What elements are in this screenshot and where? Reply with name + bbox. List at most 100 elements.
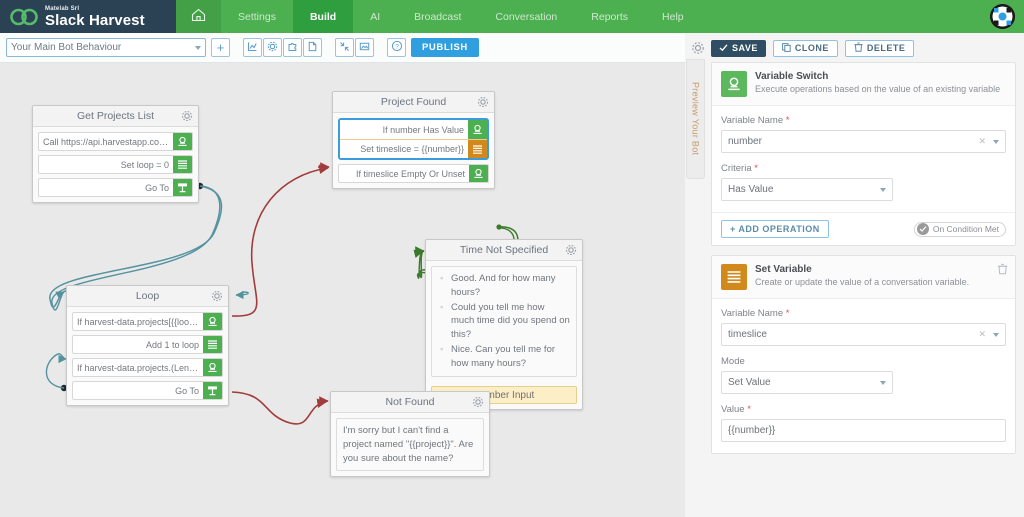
variable-switch-icon [469,165,488,182]
variable-switch-icon [468,120,487,139]
node-title: Loop [135,290,160,302]
node-row-label: Set timeslice = {{number}} [360,144,464,154]
card-title: Set Variable [755,264,812,275]
node-row[interactable]: Call https://api.harvestapp.com/api/v2/.… [38,132,193,151]
avatar[interactable] [990,4,1015,29]
preview-your-bot-tab[interactable]: Preview Your Bot [686,59,705,179]
nav-item-reports[interactable]: Reports [574,0,645,33]
nav-item-help[interactable]: Help [645,0,701,33]
image-export-button[interactable] [355,38,374,57]
flow-node-not-found[interactable]: Not Found I'm sorry but I can't find a p… [330,391,490,478]
gear-icon[interactable] [181,110,193,122]
node-row[interactable]: Add 1 to loop [72,335,223,354]
trash-icon[interactable] [997,263,1008,275]
nav-item-broadcast[interactable]: Broadcast [397,0,478,33]
help-button[interactable]: ? [387,38,406,57]
new-file-icon [307,41,318,55]
card-header: Variable Switch Execute operations based… [712,63,1015,106]
field-label-text: Value [721,404,745,415]
on-condition-met-badge[interactable]: On Condition Met [913,221,1006,237]
nav-item-home[interactable] [176,0,221,33]
chevron-down-icon[interactable] [993,139,999,144]
gear-icon[interactable] [565,244,577,256]
chevron-down-icon[interactable] [993,332,999,337]
node-row[interactable]: Set timeslice = {{number}} [340,139,487,158]
node-row-label: If harvest-data.projects.(Length) Great.… [77,362,203,373]
node-row[interactable]: Go To [72,381,223,400]
add-operation-button[interactable]: + ADD OPERATION [721,220,829,238]
clear-icon[interactable]: ✕ [978,329,986,340]
add-behaviour-button[interactable]: + [211,38,230,57]
save-button[interactable]: SAVE [711,39,766,57]
node-row[interactable]: If timeslice Empty Or Unset [338,164,489,183]
set-variable-icon [468,140,487,158]
gear-icon[interactable] [477,96,489,108]
required-marker: * [785,115,790,126]
help-circle-icon: ? [391,40,403,55]
chevron-down-icon [195,45,201,50]
message-text[interactable]: I'm sorry but I can't find a project nam… [336,418,484,472]
node-row-label: If number Has Value [382,124,464,135]
flow-node-get-projects-list[interactable]: Get Projects List Call https://api.harve… [32,105,199,203]
node-row[interactable]: If number Has Value [340,120,487,139]
card-variable-switch: Variable Switch Execute operations based… [711,62,1016,246]
node-row[interactable]: Set loop = 0 [38,155,193,174]
bot-behaviour-select[interactable]: Your Main Bot Behaviour [6,38,206,57]
clone-button[interactable]: CLONE [772,39,838,57]
message-list[interactable]: Good. And for how many hours? Could you … [431,266,577,378]
node-body: If number Has Value Set timeslice = {{nu… [333,113,494,188]
node-header: Loop [67,286,228,307]
nav-item-settings[interactable]: Settings [221,0,293,33]
flow-node-time-not-specified[interactable]: Time Not Specified Good. And for how man… [425,239,583,411]
settings-button[interactable] [263,38,282,57]
field-label-text: Criteria [721,163,752,174]
card-body: Variable Name * number ✕ Criteria * Has … [712,106,1015,212]
collapse-button[interactable] [335,38,354,57]
variable-name-value: number [728,136,762,147]
gear-icon[interactable] [691,41,705,55]
flow-node-project-found[interactable]: Project Found If number Has Value Set ti… [332,91,495,189]
puzzle-piece-icon [287,41,298,55]
variable-name-value: timeslice [728,329,767,340]
variable-name-input[interactable]: number ✕ [721,130,1006,153]
selected-operation-group[interactable]: If number Has Value Set timeslice = {{nu… [338,118,489,160]
plugins-button[interactable] [283,38,302,57]
clear-icon[interactable]: ✕ [978,136,986,147]
copy-icon [781,42,791,54]
gear-icon[interactable] [211,290,223,302]
mode-value: Set Value [728,377,771,388]
variable-name-input[interactable]: timeslice ✕ [721,323,1006,346]
value-input[interactable]: {{number}} [721,419,1006,442]
flow-node-loop[interactable]: Loop If harvest-data.projects[{{loop}}].… [66,285,229,406]
node-row[interactable]: If harvest-data.projects.(Length) Great.… [72,358,223,377]
gear-icon[interactable] [472,396,484,408]
home-icon [191,8,206,25]
nav-item-ai[interactable]: AI [353,0,397,33]
field-label-text: Variable Name [721,308,784,319]
brand-subtitle: Matelab Srl [45,5,80,12]
field-label: Variable Name * [721,308,1006,319]
nav-item-conversation[interactable]: Conversation [478,0,574,33]
collapse-arrows-icon [339,41,350,55]
new-file-button[interactable] [303,38,322,57]
flow-chart-button[interactable] [243,38,262,57]
message-item: Could you tell me how much time did you … [440,301,570,342]
publish-button[interactable]: PUBLISH [411,38,479,57]
brand-block[interactable]: Matelab Srl Slack Harvest [0,0,176,33]
node-header: Get Projects List [33,106,198,127]
mode-select[interactable]: Set Value [721,371,893,394]
node-row-label: Add 1 to loop [145,339,199,350]
field-label: Value * [721,404,1006,415]
flow-canvas[interactable]: Get Projects List Call https://api.harve… [0,63,685,517]
chevron-down-icon[interactable] [880,187,886,192]
criteria-select[interactable]: Has Value [721,178,893,201]
delete-button[interactable]: DELETE [844,39,915,57]
node-row[interactable]: Go To [38,178,193,197]
node-row[interactable]: If harvest-data.projects[{{loop}}].name.… [72,312,223,331]
inspector-scroll-area[interactable]: Variable Switch Execute operations based… [711,62,1016,514]
node-header: Project Found [333,92,494,113]
nav-item-build[interactable]: Build [292,0,354,33]
variable-switch-icon [203,359,222,376]
chevron-down-icon[interactable] [880,380,886,385]
svg-text:?: ? [395,44,399,51]
